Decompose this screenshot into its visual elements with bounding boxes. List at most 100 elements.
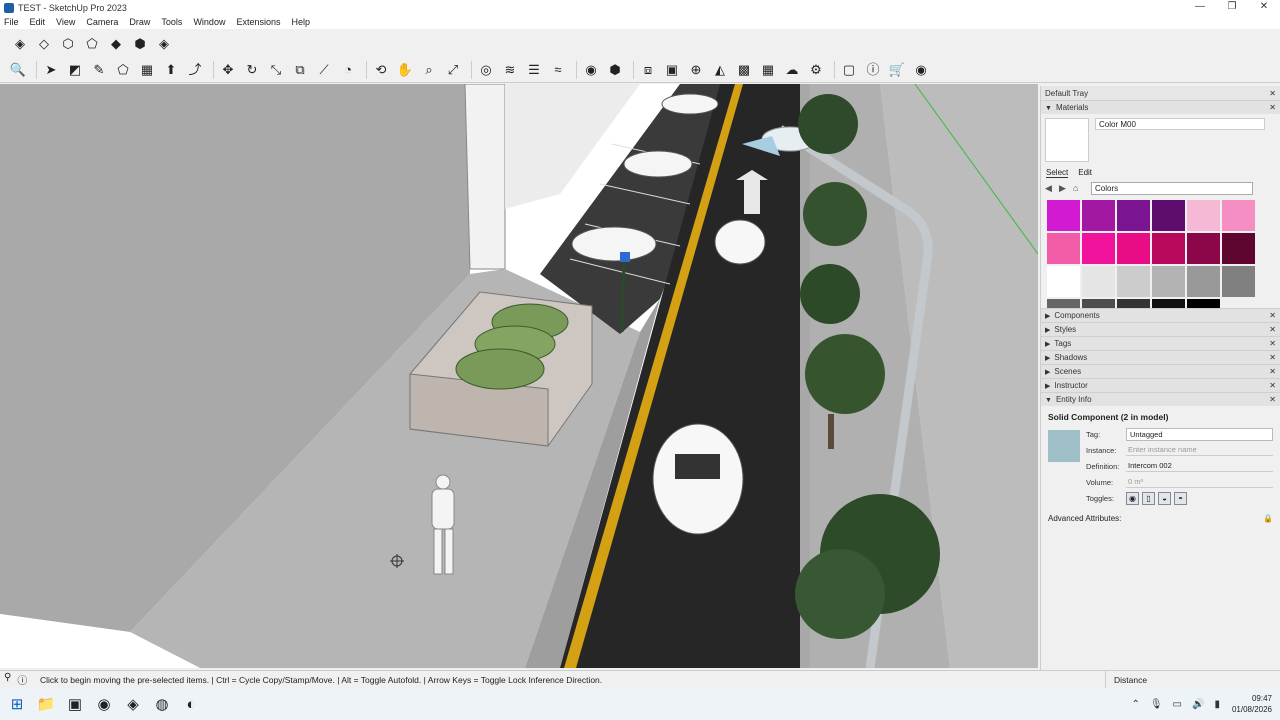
photo-texture-icon[interactable]: ▩ [734,60,754,80]
panel-shadows-header[interactable]: ▶ Shadows ✕ [1041,350,1280,364]
zoom-extents-icon[interactable]: ⤢ [443,60,463,80]
speaker-icon[interactable]: 🔊 [1192,699,1204,710]
paint-bucket-icon[interactable]: ▦ [137,60,157,80]
chevron-up-icon[interactable]: ⌃ [1131,699,1139,710]
bottom-view-icon[interactable]: ◈ [154,33,174,53]
panel-components-header[interactable]: ▶ Components ✕ [1041,308,1280,322]
left-view-icon[interactable]: ⬢ [130,33,150,53]
menu-camera[interactable]: Camera [86,17,118,27]
color-swatch[interactable] [1152,200,1185,231]
instance-input[interactable]: Enter instance name [1126,444,1273,456]
menu-edit[interactable]: Edit [30,17,46,27]
front-view-icon[interactable]: ⬡ [58,33,78,53]
discord-icon[interactable]: ◐ [179,692,203,716]
section-fill-icon[interactable]: ≋ [500,60,520,80]
color-swatch[interactable] [1187,233,1220,264]
menu-extensions[interactable]: Extensions [236,17,280,27]
shape-icon[interactable]: ⬠ [113,60,133,80]
minimize-button[interactable]: — [1184,0,1216,15]
color-swatch[interactable] [1047,299,1080,308]
menu-draw[interactable]: Draw [129,17,150,27]
color-swatch[interactable] [1152,299,1185,308]
color-swatch[interactable] [1222,200,1255,231]
color-swatch[interactable] [1152,266,1185,297]
panel-materials-header[interactable]: ▼ Materials ✕ [1041,100,1280,114]
color-swatch[interactable] [1047,233,1080,264]
info-icon[interactable]: ⓘ [17,672,27,687]
color-swatch[interactable] [1117,266,1150,297]
settings-icon[interactable]: ⚙ [806,60,826,80]
section-plane-icon[interactable]: ◎ [476,60,496,80]
warehouse-icon[interactable]: ⬢ [605,60,625,80]
extension-icon[interactable]: ⧈ [638,60,658,80]
chrome-icon[interactable]: ◍ [150,692,174,716]
panel-close-icon[interactable]: ✕ [1269,381,1276,390]
geolocation-icon[interactable]: ⚲ [4,672,11,687]
display-section-icon[interactable]: ≈ [548,60,568,80]
tab-edit[interactable]: Edit [1078,168,1092,178]
follow-me-icon[interactable]: ⤴ [185,60,205,80]
measurements-box[interactable]: Distance [1105,670,1280,689]
right-view-icon[interactable]: ⬠ [82,33,102,53]
panel-tags-header[interactable]: ▶ Tags ✕ [1041,336,1280,350]
protractor-icon[interactable]: ◔ [338,60,358,80]
monitor-icon[interactable]: ▭ [1173,699,1182,710]
color-swatch[interactable] [1187,299,1220,308]
pan-icon[interactable]: ✋ [395,60,415,80]
zoom-icon[interactable]: 🔍 [8,60,28,80]
battery-icon[interactable]: ▮ [1214,699,1220,710]
menu-view[interactable]: View [56,17,75,27]
pencil-icon[interactable]: ✎ [89,60,109,80]
receive-shadow-icon[interactable]: ◒ [1158,491,1171,505]
color-swatch[interactable] [1117,233,1150,264]
panel-close-icon[interactable]: ✕ [1269,339,1276,348]
layout-icon[interactable]: ▢ [839,60,859,80]
color-swatch[interactable] [1152,233,1185,264]
color-swatch[interactable] [1082,266,1115,297]
offset-icon[interactable]: ⧉ [290,60,310,80]
orbit-icon[interactable]: ⟲ [371,60,391,80]
account-icon[interactable]: ◉ [581,60,601,80]
color-swatch[interactable] [1047,200,1080,231]
color-swatch[interactable] [1117,200,1150,231]
model-viewport[interactable] [0,84,1038,668]
geo-icon[interactable]: ◭ [710,60,730,80]
lock-toggle-icon[interactable]: ▯ [1142,491,1155,505]
panel-close-icon[interactable]: ✕ [1269,395,1276,404]
sketchup-icon[interactable]: ◈ [121,692,145,716]
menu-file[interactable]: File [4,17,19,27]
back-view-icon[interactable]: ◆ [106,33,126,53]
panel-scenes-header[interactable]: ▶ Scenes ✕ [1041,364,1280,378]
color-swatch[interactable] [1047,266,1080,297]
panel-entity-info-header[interactable]: ▼ Entity Info ✕ [1041,392,1280,406]
tag-select[interactable]: Untagged [1126,427,1273,441]
tape-measure-icon[interactable]: ⟋ [314,60,334,80]
windows-start-icon[interactable]: ⊞ [5,692,29,716]
lock-icon[interactable]: 🔒 [1263,514,1273,523]
panel-instructor-header[interactable]: ▶ Instructor ✕ [1041,378,1280,392]
add-location-icon[interactable]: ⊕ [686,60,706,80]
scale-icon[interactable]: ⤡ [266,60,286,80]
profile-icon[interactable]: ◉ [911,60,931,80]
menu-tools[interactable]: Tools [161,17,182,27]
library-select[interactable]: Colors [1091,181,1253,195]
eraser-icon[interactable]: ◩ [65,60,85,80]
maximize-button[interactable]: ❐ [1216,0,1248,15]
color-swatch[interactable] [1222,266,1255,297]
github-icon[interactable]: ◉ [92,692,116,716]
cast-shadow-icon[interactable]: ◓ [1174,491,1187,505]
top-view-icon[interactable]: ◇ [34,33,54,53]
zoom-tool-icon[interactable]: ⌕ [419,60,439,80]
push-pull-icon[interactable]: ⬆ [161,60,181,80]
forward-icon[interactable]: ▶ [1059,183,1073,194]
microphone-icon[interactable]: 🎙 [1150,699,1163,710]
panel-close-icon[interactable]: ✕ [1269,103,1276,112]
home-icon[interactable]: ⌂ [1073,183,1087,193]
screen-recorder-icon[interactable]: ▣ [63,692,87,716]
layers-icon[interactable]: ☰ [524,60,544,80]
select-icon[interactable]: ➤ [41,60,61,80]
color-swatch[interactable] [1082,200,1115,231]
material-preview[interactable] [1045,118,1089,162]
close-button[interactable]: ✕ [1248,0,1280,15]
cart-icon[interactable]: 🛒 [887,60,907,80]
